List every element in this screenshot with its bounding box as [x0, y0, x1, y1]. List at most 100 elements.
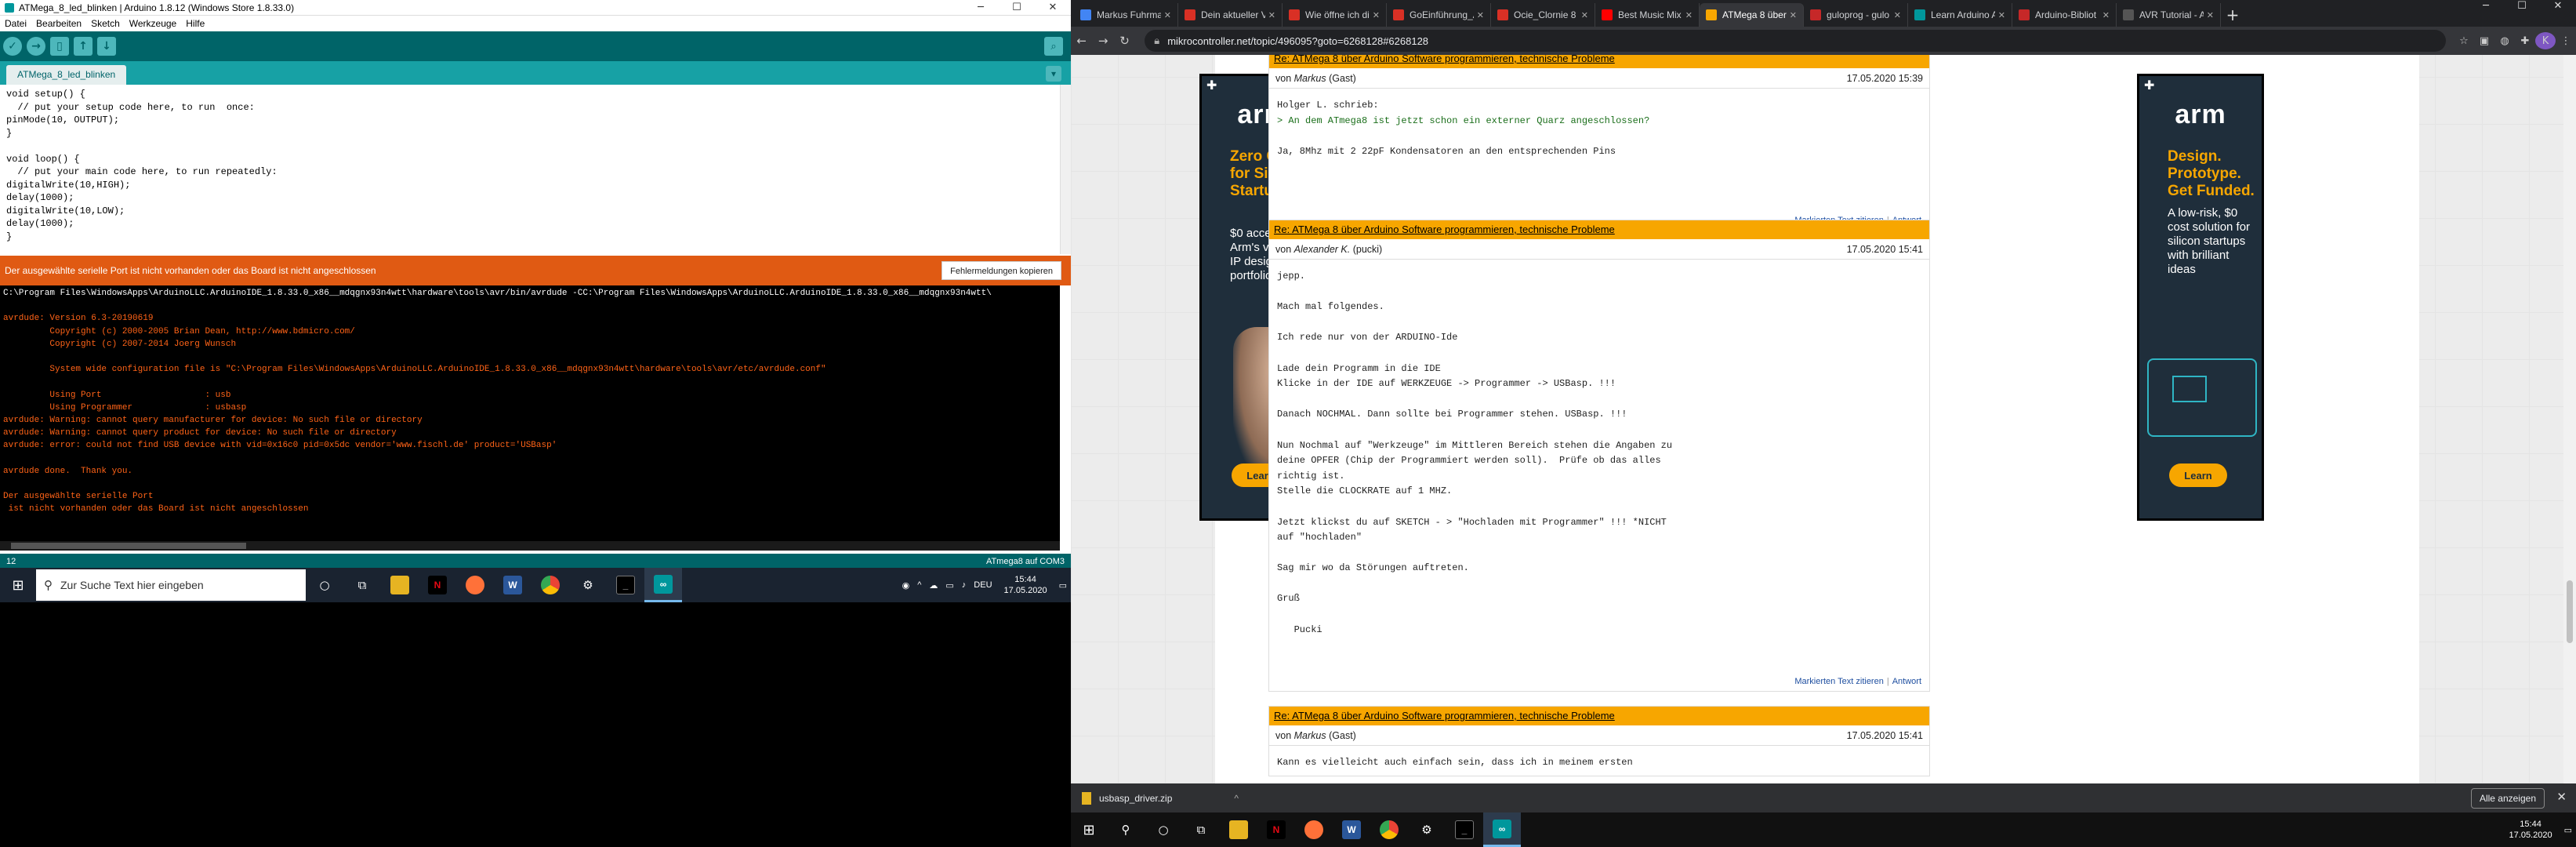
firefox-icon[interactable]	[1295, 812, 1333, 847]
puzzle-icon[interactable]: ✚	[2515, 35, 2535, 47]
new-tab-icon[interactable]: +	[2221, 3, 2244, 27]
reload-icon[interactable]: ↻	[1114, 34, 1135, 48]
cloud-icon[interactable]: ☁	[929, 580, 938, 591]
tab-close-icon[interactable]: ✕	[2207, 10, 2214, 20]
menu-dots-icon[interactable]: ⋮	[2556, 35, 2576, 47]
word-icon[interactable]: W	[494, 568, 532, 602]
notification-icon[interactable]: ▭	[2564, 825, 2572, 835]
reply-link[interactable]: Antwort	[1892, 677, 1921, 686]
start-windows-icon[interactable]: ⊞	[1071, 812, 1107, 847]
tray-app-icon[interactable]: ◉	[902, 580, 910, 591]
extension-icon[interactable]: ▣	[2474, 35, 2494, 47]
explorer-icon[interactable]	[1220, 812, 1257, 847]
tab-close-icon[interactable]: ✕	[1373, 10, 1380, 20]
volume-icon[interactable]: ♪	[962, 580, 967, 590]
clock[interactable]: 15:44 17.05.2020	[1004, 574, 1047, 596]
language-indicator[interactable]: DEU	[974, 580, 992, 590]
settings-gear-icon[interactable]: ⚙	[1408, 812, 1446, 847]
browser-tab[interactable]: Best Music Mix ✕	[1595, 3, 1700, 27]
browser-tab[interactable]: guloprog - gulo ✕	[1804, 3, 1908, 27]
arduino-taskbar-icon[interactable]: ∞	[644, 568, 682, 602]
post-title-link[interactable]: Re: ATMega 8 über Arduino Software progr…	[1274, 55, 1615, 64]
bookmark-star-icon[interactable]: ☆	[2454, 35, 2474, 47]
task-view-icon[interactable]: ⧉	[1182, 812, 1220, 847]
post-title-link[interactable]: Re: ATMega 8 über Arduino Software progr…	[1274, 224, 1615, 235]
browser-tab[interactable]: Markus Fuhrmann✕	[1074, 3, 1178, 27]
firefox-icon[interactable]	[456, 568, 494, 602]
chrome-icon[interactable]	[1370, 812, 1408, 847]
menu-edit[interactable]: Bearbeiten	[31, 18, 86, 29]
upload-button[interactable]: →	[27, 37, 45, 56]
minimize-icon[interactable]: ─	[963, 0, 999, 16]
browser-tab[interactable]: Learn Arduino A ✕	[1908, 3, 2012, 27]
chrome-close-icon[interactable]: ✕	[2540, 0, 2576, 24]
arm-ad-right[interactable]: ✚ arm Design. Prototype. Get Funded. A l…	[2137, 74, 2264, 521]
save-button[interactable]: ↓	[97, 37, 116, 56]
chrome-maximize-icon[interactable]: ☐	[2504, 0, 2540, 24]
browser-tab[interactable]: AVR Tutorial - A ✕	[2117, 3, 2221, 27]
browser-tab[interactable]: Arduino-Bibliot ✕	[2012, 3, 2117, 27]
back-icon[interactable]: ←	[1071, 34, 1092, 48]
chrome-minimize-icon[interactable]: ─	[2468, 0, 2504, 24]
serial-monitor-button[interactable]: ⌕	[1044, 37, 1063, 56]
taskbar-search[interactable]: ⚲ Zur Suche Text hier eingeben	[36, 569, 306, 601]
tab-close-icon[interactable]: ✕	[1685, 10, 1693, 20]
tab-close-icon[interactable]: ✕	[2103, 10, 2110, 20]
netflix-icon[interactable]: N	[1257, 812, 1295, 847]
console-hscrollbar[interactable]	[0, 541, 1060, 551]
netflix-icon[interactable]: N	[419, 568, 456, 602]
explorer-icon[interactable]	[381, 568, 419, 602]
close-icon[interactable]: ✕	[1035, 0, 1071, 16]
browser-tab[interactable]: GoEinführung_A ✕	[1387, 3, 1491, 27]
cortana-icon[interactable]: ○	[306, 568, 343, 602]
copy-errors-button[interactable]: Fehlermeldungen kopieren	[942, 261, 1061, 280]
quote-selected-link[interactable]: Markierten Text zitieren	[1794, 677, 1884, 686]
tab-menu-chevron-icon[interactable]: ▾	[1046, 66, 1061, 82]
start-windows-icon[interactable]: ⊞	[0, 568, 36, 602]
tray-chevron-icon[interactable]: ^	[917, 580, 921, 590]
tab-close-icon[interactable]: ✕	[1581, 10, 1588, 20]
terminal-icon[interactable]: _	[607, 568, 644, 602]
open-button[interactable]: ↑	[74, 37, 93, 56]
maximize-icon[interactable]: ☐	[999, 0, 1035, 16]
browser-tab[interactable]: Dein aktueller Vi ✕	[1178, 3, 1283, 27]
tab-close-icon[interactable]: ✕	[1477, 10, 1484, 20]
address-bar[interactable]: 🔒︎ mikrocontroller.net/topic/496095?goto…	[1145, 30, 2446, 52]
terminal-icon[interactable]: _	[1446, 812, 1483, 847]
profile-avatar[interactable]: K	[2534, 32, 2556, 49]
tab-close-icon[interactable]: ✕	[1894, 10, 1901, 20]
tab-close-icon[interactable]: ✕	[1998, 10, 2005, 20]
word-icon[interactable]: W	[1333, 812, 1370, 847]
search-icon[interactable]: ⚲	[1107, 812, 1145, 847]
tab-close-icon[interactable]: ✕	[1164, 10, 1171, 20]
menu-tools[interactable]: Werkzeuge	[125, 18, 181, 29]
verify-button[interactable]: ✓	[3, 37, 22, 56]
page-scrollbar[interactable]	[2563, 55, 2576, 783]
menu-help[interactable]: Hilfe	[181, 18, 209, 29]
new-button[interactable]: ▯	[50, 37, 69, 56]
arduino-taskbar-icon[interactable]: ∞	[1483, 812, 1521, 847]
code-editor[interactable]: void setup() { // put your setup code he…	[0, 85, 1060, 254]
download-item[interactable]: usbasp_driver.zip ^	[1082, 791, 1239, 805]
tab-close-icon[interactable]: ✕	[1790, 10, 1797, 20]
menu-sketch[interactable]: Sketch	[86, 18, 125, 29]
chrome-icon[interactable]	[532, 568, 569, 602]
ad-learn-button[interactable]: Learn	[2169, 463, 2227, 487]
browser-tab[interactable]: ATMega 8 über ✕	[1700, 3, 1804, 27]
tab-close-icon[interactable]: ✕	[1268, 10, 1275, 20]
clock[interactable]: 15:44 17.05.2020	[2509, 819, 2552, 841]
browser-tab[interactable]: Ocie_Clornie 8 fi ✕	[1491, 3, 1595, 27]
close-download-bar-icon[interactable]: ✕	[2556, 790, 2567, 804]
cortana-icon[interactable]: ○	[1145, 812, 1182, 847]
task-view-icon[interactable]: ⧉	[343, 568, 381, 602]
extension-icon-2[interactable]: ◍	[2494, 35, 2515, 47]
forward-icon[interactable]: →	[1092, 34, 1113, 48]
show-all-downloads-button[interactable]: Alle anzeigen	[2470, 788, 2545, 809]
menu-file[interactable]: Datei	[0, 18, 31, 29]
post-title-link[interactable]: Re: ATMega 8 über Arduino Software progr…	[1274, 710, 1615, 722]
editor-scrollbar[interactable]	[1060, 85, 1071, 254]
chevron-up-icon[interactable]: ^	[1234, 793, 1239, 804]
settings-gear-icon[interactable]: ⚙	[569, 568, 607, 602]
network-icon[interactable]: ▭	[945, 580, 953, 591]
browser-tab[interactable]: Wie öffne ich die ✕	[1283, 3, 1387, 27]
